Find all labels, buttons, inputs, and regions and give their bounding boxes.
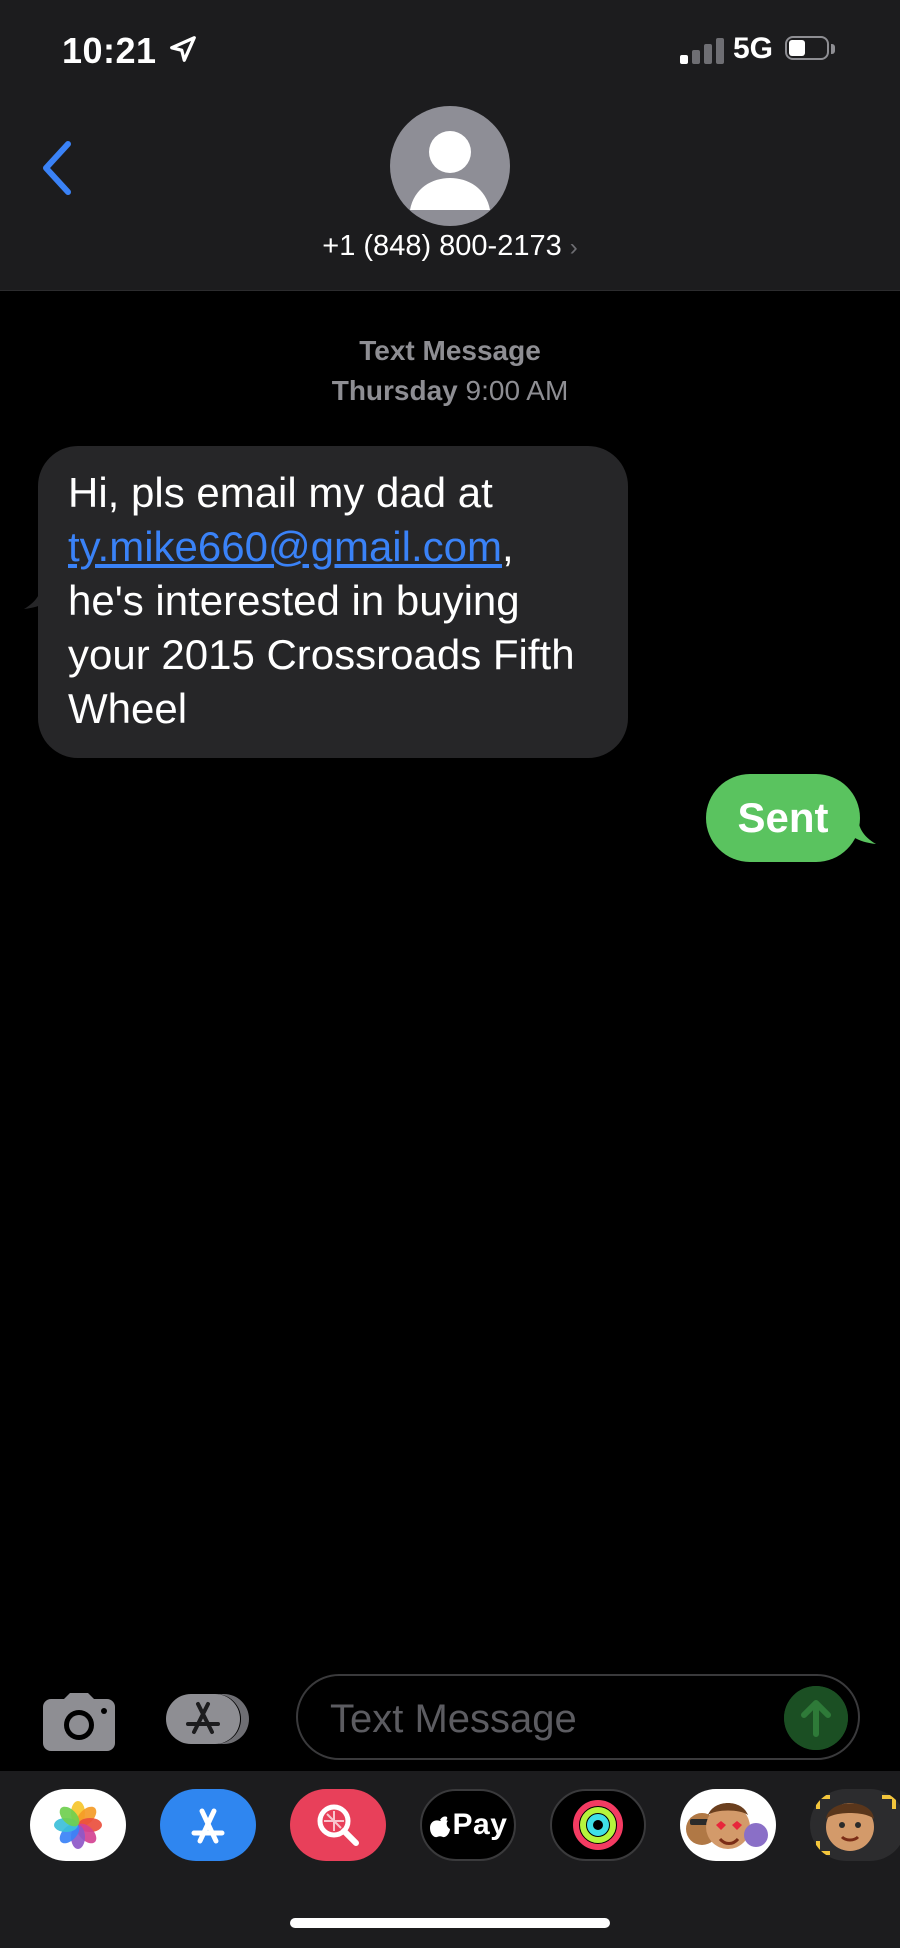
contact-number: +1 (848) 800-2173: [322, 230, 562, 262]
battery-icon: [785, 36, 837, 64]
apple-pay-app-icon[interactable]: Pay: [420, 1789, 516, 1861]
timestamp-day: Thursday: [331, 375, 458, 406]
activity-app-icon[interactable]: [550, 1789, 646, 1861]
memoji-app-icon[interactable]: [810, 1789, 900, 1861]
status-bar: 10:21 5G: [0, 0, 900, 100]
apple-pay-label: Pay: [452, 1808, 508, 1841]
camera-icon[interactable]: [40, 1691, 118, 1755]
message-input-field[interactable]: [296, 1674, 860, 1760]
memoji-stickers-app-icon[interactable]: [680, 1789, 776, 1861]
network-type: 5G: [733, 32, 774, 65]
back-button[interactable]: [34, 138, 84, 198]
service-label: Text Message: [359, 335, 541, 366]
send-button[interactable]: [784, 1686, 848, 1750]
incoming-message-bubble[interactable]: Hi, pls email my dad at ty.mike660@gmail…: [38, 446, 628, 758]
app-store-icon[interactable]: [164, 1690, 256, 1748]
outgoing-message-text: Sent: [737, 794, 829, 841]
contact-avatar[interactable]: [390, 106, 510, 226]
message-list[interactable]: Text Message Thursday 9:00 AM Hi, pls em…: [0, 291, 900, 1671]
home-indicator[interactable]: [290, 1918, 610, 1928]
app-store-app-icon[interactable]: [160, 1789, 256, 1861]
location-arrow-icon: [170, 36, 196, 62]
contact-name[interactable]: +1 (848) 800-2173 ›: [0, 230, 900, 263]
timestamp-time: 9:00 AM: [465, 375, 569, 406]
search-images-app-icon[interactable]: [290, 1789, 386, 1861]
chevron-right-icon: ›: [569, 234, 578, 261]
outgoing-message-bubble[interactable]: Sent: [706, 774, 860, 862]
message-timestamp: Thursday 9:00 AM: [0, 375, 900, 407]
photos-app-icon[interactable]: [30, 1789, 126, 1861]
person-silhouette-icon: [410, 131, 490, 210]
imessage-app-strip[interactable]: Pay: [0, 1771, 900, 1948]
status-time: 10:21: [62, 30, 157, 71]
conversation-header: +1 (848) 800-2173 ›: [0, 100, 900, 291]
apple-logo-icon: [429, 1816, 450, 1838]
message-input[interactable]: [328, 1690, 752, 1748]
cellular-signal-icon: [680, 38, 724, 64]
message-composer: [0, 1671, 900, 1771]
message-text: Hi, pls email my dad at: [68, 469, 493, 516]
email-link[interactable]: ty.mike660@gmail.com: [68, 523, 502, 570]
